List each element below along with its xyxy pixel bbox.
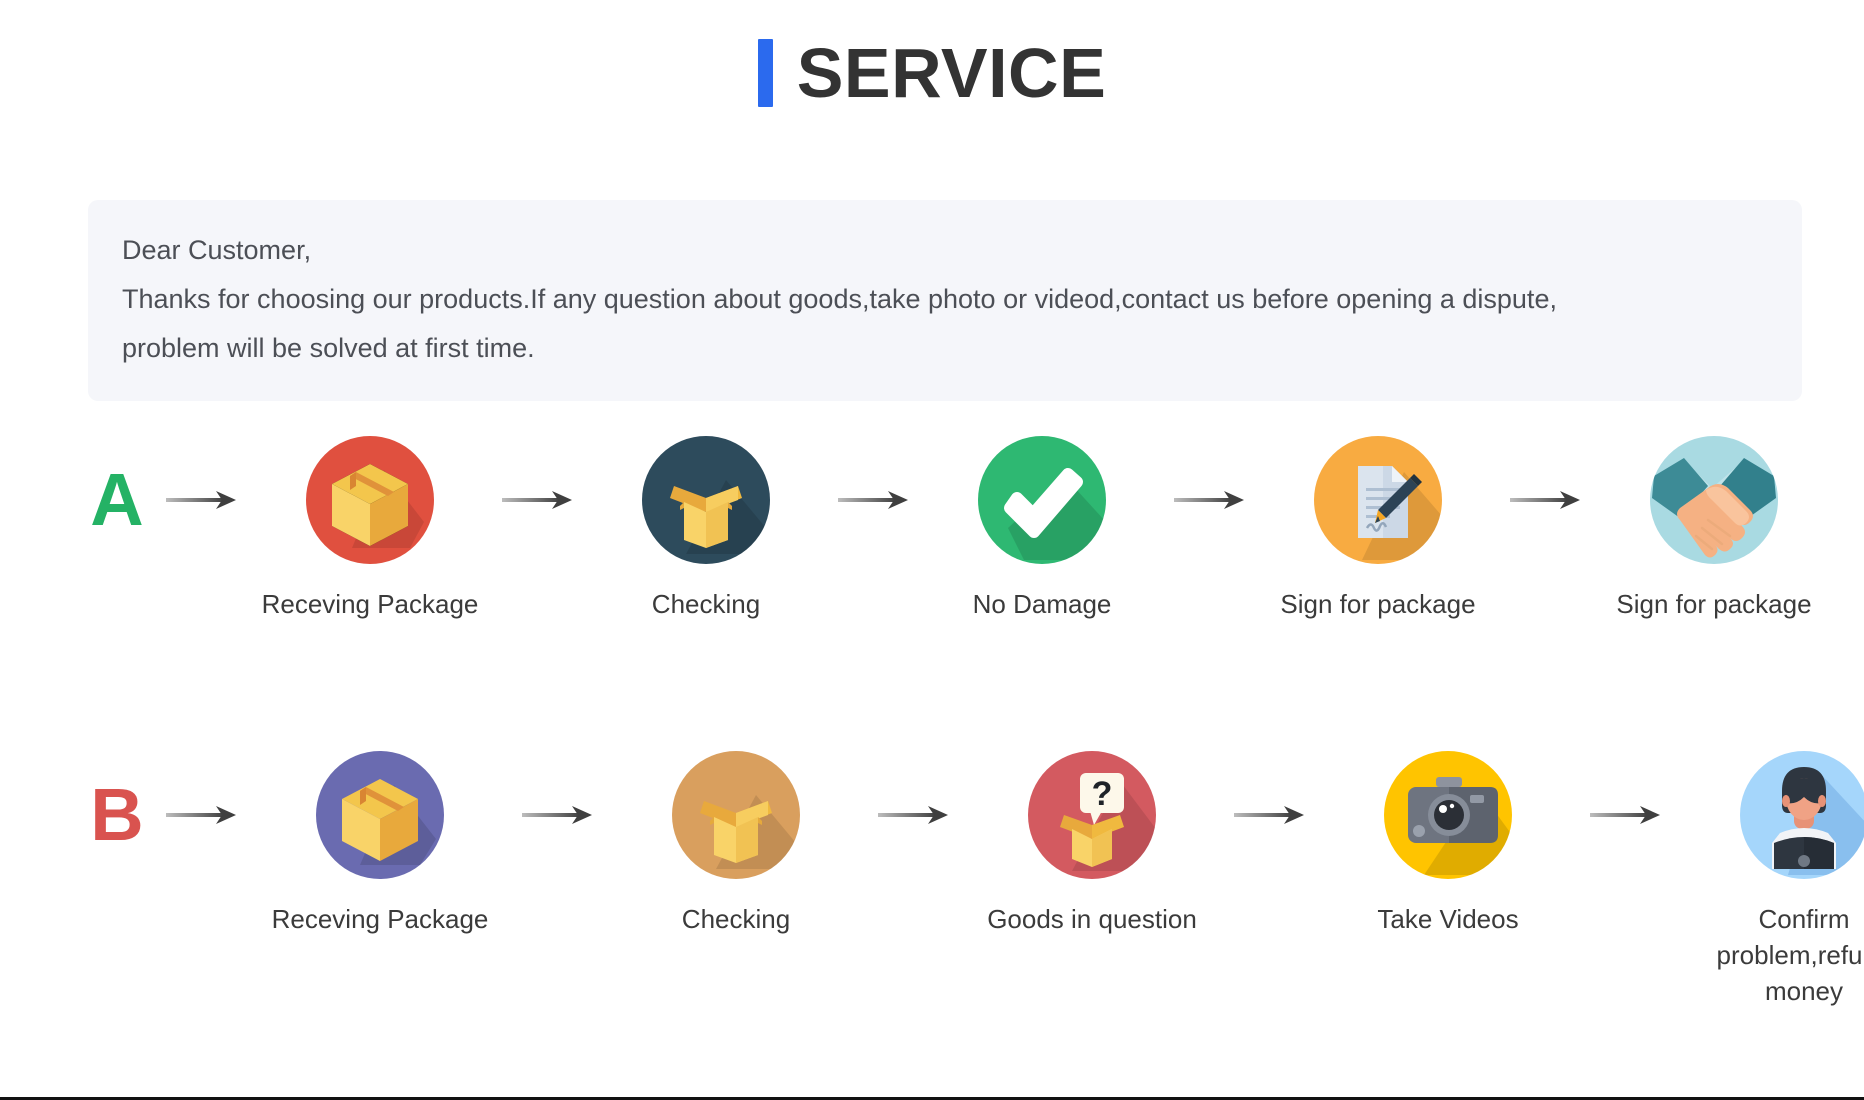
flow-b-step-1: Receving Package [250,740,510,937]
right-arrow-icon [154,425,250,575]
document-pen-icon [1314,436,1442,564]
flow-a-step-1-label: Receving Package [261,589,479,619]
right-arrow-icon [510,740,606,890]
service-page: SERVICE Dear Customer, Thanks for choosi… [0,0,1864,1100]
flow-badge-b: B [90,773,144,856]
process-flow-b: B Receving Package Checking ? Goods in q… [80,740,1864,1009]
flow-badge-a: A [90,458,144,541]
flow-b-step-4-label: Take Videos [1377,904,1519,934]
notice-line-1: Dear Customer, [122,235,312,265]
question-box-icon: ? [1028,751,1156,879]
process-flow-a: A Receving Package Checking No Damage Si… [80,425,1812,622]
notice-line-3: problem will be solved at first time. [122,333,535,363]
package-box-icon [316,751,444,879]
flow-b-step-5-label: Confirm problem,refund money [1716,904,1864,1006]
right-arrow-icon [490,425,586,575]
right-arrow-icon [826,425,922,575]
right-arrow-icon [1578,740,1674,890]
flow-a-step-4-label: Sign for package [1280,589,1476,619]
flow-a-step-5: Sign for package [1594,425,1834,622]
flow-b-step-3-label: Goods in question [987,904,1197,934]
customer-notice-box: Dear Customer, Thanks for choosing our p… [88,200,1802,401]
flow-a-step-4: Sign for package [1258,425,1498,622]
open-box-icon [672,751,800,879]
flow-a-step-3: No Damage [922,425,1162,622]
flow-a-step-3-label: No Damage [972,589,1112,619]
flow-b-step-1-label: Receving Package [271,904,489,934]
flow-a-step-2-label: Checking [651,589,761,619]
page-title-text: SERVICE [796,34,1107,112]
handshake-icon [1650,436,1778,564]
right-arrow-icon [1162,425,1258,575]
flow-b-step-2-label: Checking [681,904,791,934]
flow-b-step-5: Confirm problem,refund money [1674,740,1864,1009]
flow-a-step-5-label: Sign for package [1616,589,1812,619]
flow-a-step-1: Receving Package [250,425,490,622]
support-person-icon [1740,751,1864,879]
package-box-icon [306,436,434,564]
right-arrow-icon [1222,740,1318,890]
right-arrow-icon [866,740,962,890]
right-arrow-icon [154,740,250,890]
flow-b-step-4: Take Videos [1318,740,1578,937]
flow-b-step-3: ? Goods in question [962,740,1222,937]
page-title: SERVICE [0,0,1864,108]
right-arrow-icon [1498,425,1594,575]
flow-b-step-2: Checking [606,740,866,937]
notice-line-2: Thanks for choosing our products.If any … [122,284,1557,314]
camera-icon [1384,751,1512,879]
check-mark-icon [978,436,1106,564]
open-box-icon [642,436,770,564]
flow-a-step-2: Checking [586,425,826,622]
svg-text:?: ? [1092,775,1113,813]
title-accent-bar [757,39,773,107]
